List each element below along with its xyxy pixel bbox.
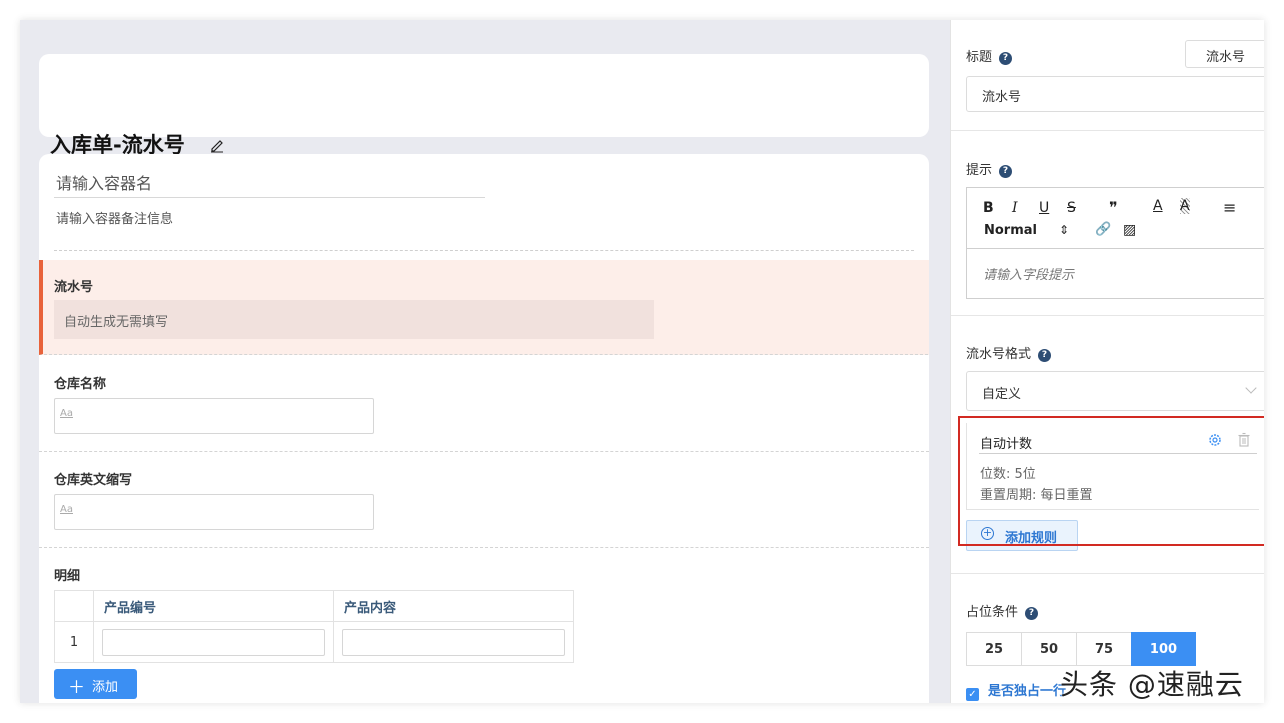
table-header-row: 产品编号 产品内容	[54, 590, 574, 622]
container-note-underline	[54, 250, 914, 251]
background-color-button[interactable]: A	[1180, 198, 1190, 214]
warehouse-abbr-input[interactable]: Aa	[54, 494, 374, 530]
width-option-75[interactable]: 75	[1076, 632, 1132, 666]
form-card: 请输入容器名 请输入容器备注信息 流水号 自动生成无需填写 仓库名称 Aa 仓库…	[39, 154, 929, 703]
help-icon[interactable]: ?	[1038, 349, 1052, 362]
serial-number-display: 自动生成无需填写	[54, 300, 654, 339]
help-icon[interactable]: ?	[999, 165, 1013, 178]
table-row: 1	[54, 621, 574, 663]
exclusive-row-checkbox[interactable]: ✓ 是否独占一行	[966, 680, 1066, 701]
field-serial-number[interactable]: 流水号 自动生成无需填写	[39, 260, 929, 355]
quote-button[interactable]: ❞	[1109, 198, 1118, 217]
form-canvas: 入库单-流水号 请输入容器名 请输入容器备注信息 流水号 自动生成无需填写 仓库…	[20, 20, 950, 703]
title-label-text: 标题	[966, 50, 993, 65]
italic-button[interactable]: I	[1012, 200, 1018, 216]
product-content-input[interactable]	[342, 628, 565, 656]
product-code-input[interactable]	[102, 628, 325, 656]
plus-icon: ＋	[68, 678, 85, 698]
title-card: 入库单-流水号	[39, 54, 929, 157]
detail-table: 产品编号 产品内容 1	[54, 590, 574, 663]
bold-button[interactable]: B	[983, 200, 994, 216]
title-label: 标题?	[966, 46, 1013, 65]
edit-pencil-icon[interactable]	[209, 137, 225, 153]
serial-number-placeholder: 自动生成无需填写	[64, 315, 169, 330]
table-cell	[333, 621, 574, 663]
field-label: 流水号	[54, 280, 94, 295]
add-row-label: 添加	[92, 680, 119, 695]
watermark: 头条 @速融云	[1060, 668, 1244, 701]
field-label: 仓库英文缩写	[54, 473, 133, 488]
properties-panel: 标题? 流水号 流水号 提示? B I U S ❞ A A ≡ Normal ⇕…	[950, 20, 1264, 703]
app-frame: 入库单-流水号 请输入容器名 请输入容器备注信息 流水号 自动生成无需填写 仓库…	[20, 20, 1264, 703]
index-header	[54, 590, 94, 622]
warehouse-name-input[interactable]: Aa	[54, 398, 374, 434]
format-label-text: 流水号格式	[966, 347, 1032, 362]
field-warehouse-abbr[interactable]: 仓库英文缩写 Aa	[39, 451, 929, 548]
width-option-group: 25 50 75 100	[966, 632, 1196, 666]
width-option-50[interactable]: 50	[1021, 632, 1077, 666]
field-warehouse-name[interactable]: 仓库名称 Aa	[39, 355, 929, 452]
serial-format-value: 自定义	[982, 387, 1022, 402]
text-type-icon: Aa	[60, 408, 73, 419]
column-header: 产品编号	[93, 590, 334, 622]
help-icon[interactable]: ?	[999, 52, 1013, 65]
font-color-button[interactable]: A	[1153, 198, 1163, 214]
chevron-down-icon	[1245, 382, 1257, 394]
exclusive-row-label: 是否独占一行	[988, 684, 1067, 699]
image-icon[interactable]: ▨	[1123, 222, 1136, 238]
title-pill-text: 流水号	[1206, 50, 1246, 65]
hint-label: 提示?	[966, 159, 1013, 178]
editor-toolbar: B I U S ❞ A A ≡ Normal ⇕ 🔗 ▨	[967, 188, 1264, 249]
width-label: 占位条件?	[966, 601, 1039, 620]
width-option-25[interactable]: 25	[966, 632, 1022, 666]
link-icon[interactable]: 🔗	[1095, 222, 1111, 237]
format-label: 流水号格式?	[966, 343, 1052, 362]
title-input-value: 流水号	[982, 90, 1022, 105]
checkbox-checked-icon: ✓	[966, 688, 979, 701]
container-name-underline	[54, 197, 485, 198]
strikethrough-button[interactable]: S	[1067, 200, 1076, 216]
title-pill-button[interactable]: 流水号	[1185, 40, 1264, 68]
serial-format-select[interactable]: 自定义	[966, 371, 1264, 411]
underline-button[interactable]: U	[1039, 200, 1049, 216]
annotation-highlight-box	[958, 416, 1264, 546]
title-section: 标题? 流水号 流水号	[951, 20, 1264, 131]
help-icon[interactable]: ?	[1025, 607, 1039, 620]
text-type-icon: Aa	[60, 504, 73, 515]
width-label-text: 占位条件	[966, 605, 1019, 620]
hint-label-text: 提示	[966, 163, 993, 178]
align-button[interactable]: ≡	[1223, 198, 1236, 217]
container-name-input[interactable]: 请输入容器名	[56, 170, 152, 194]
field-label: 仓库名称	[54, 377, 107, 392]
container-note-input[interactable]: 请输入容器备注信息	[56, 208, 173, 227]
add-row-button[interactable]: ＋ 添加	[54, 669, 137, 699]
font-size-select[interactable]: Normal	[984, 223, 1037, 238]
editor-placeholder[interactable]: 请输入字段提示	[983, 264, 1074, 283]
detail-label: 明细	[54, 569, 81, 584]
width-option-100[interactable]: 100	[1131, 632, 1196, 666]
title-input[interactable]: 流水号	[966, 76, 1264, 112]
font-size-arrow-icon[interactable]: ⇕	[1059, 223, 1069, 237]
table-cell	[93, 621, 334, 663]
row-index: 1	[54, 621, 94, 663]
rich-text-editor: B I U S ❞ A A ≡ Normal ⇕ 🔗 ▨ 请输入字段提示	[966, 187, 1264, 299]
column-header: 产品内容	[333, 590, 574, 622]
